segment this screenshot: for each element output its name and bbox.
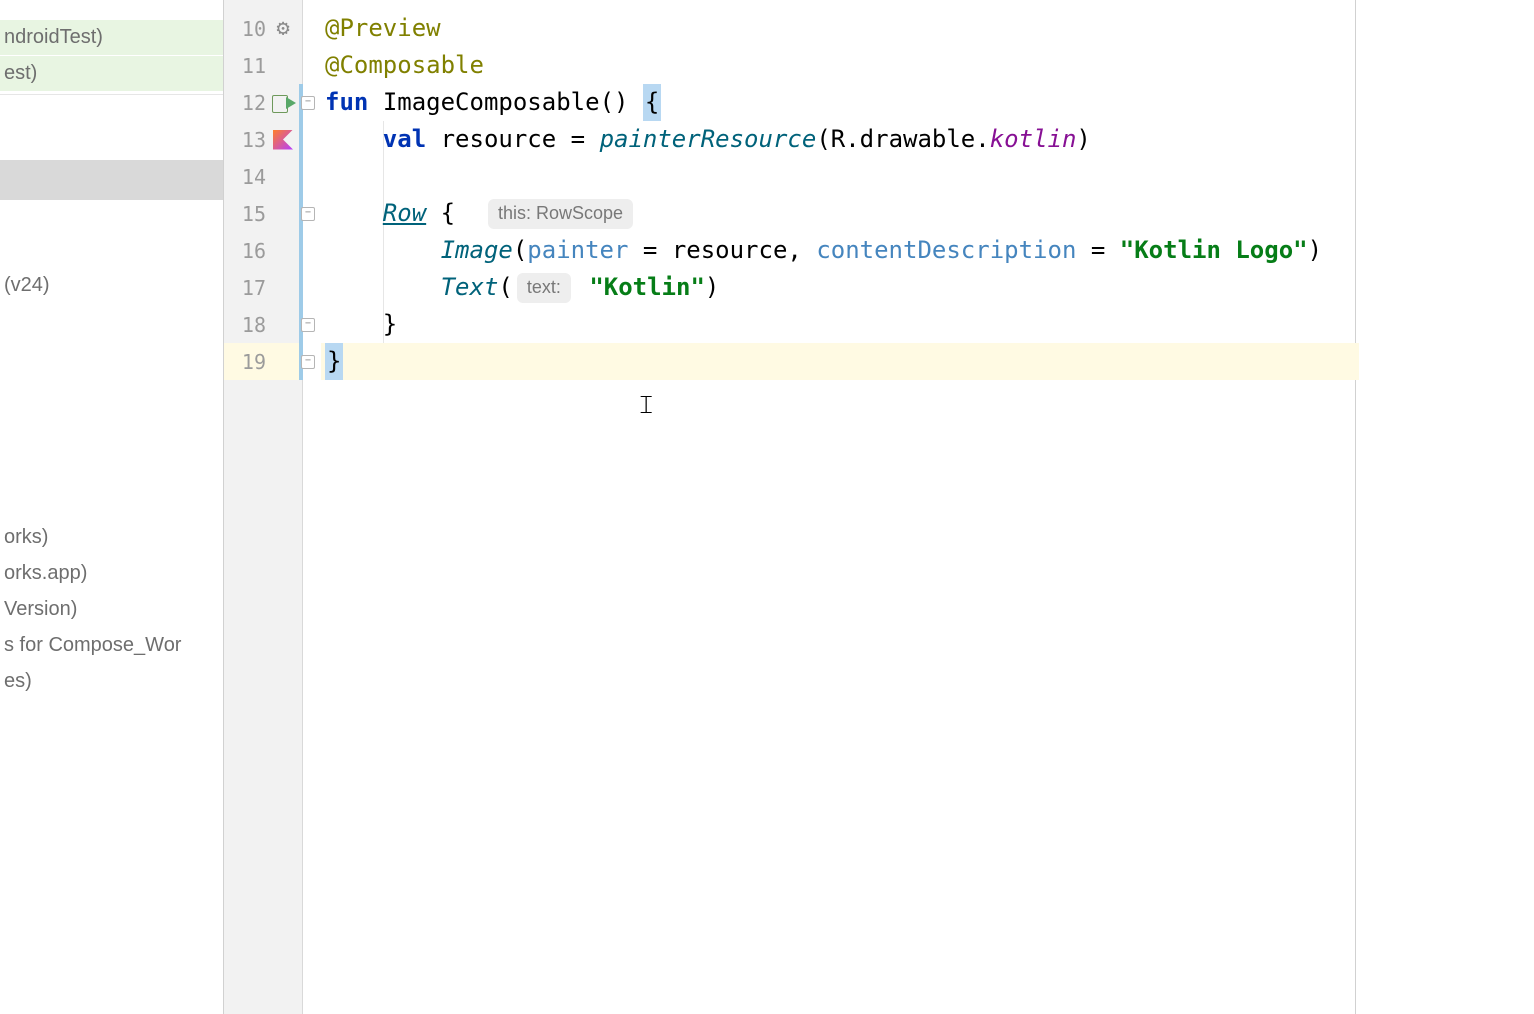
- fold-handle-icon[interactable]: −: [301, 96, 315, 110]
- line-number: 11: [224, 54, 266, 78]
- composable-call: Image: [441, 232, 513, 269]
- annotation: @Composable: [325, 47, 484, 84]
- project-item[interactable]: est): [0, 56, 223, 91]
- text-cursor-icon: 𝙸: [637, 386, 655, 423]
- line-number: 16: [224, 239, 266, 263]
- code-editor[interactable]: @Preview @Composable fun ImageComposable…: [321, 0, 1355, 1014]
- code-line[interactable]: Image(painter = resource, contentDescrip…: [321, 232, 1359, 269]
- line-number: 18: [224, 313, 266, 337]
- string-literal: "Kotlin Logo": [1120, 232, 1308, 269]
- code-line[interactable]: Row { this: RowScope: [321, 195, 1359, 232]
- function-call: painterResource: [600, 121, 817, 158]
- composable-call: Text: [441, 269, 499, 306]
- gear-icon[interactable]: ⚙: [276, 16, 289, 41]
- fold-handle-icon[interactable]: −: [301, 207, 315, 221]
- function-name: ImageComposable: [383, 84, 600, 121]
- project-item[interactable]: (v24): [0, 268, 223, 303]
- project-item[interactable]: orks): [0, 520, 223, 555]
- editor-gutter[interactable]: 10 ⚙ 11 12 13 14 15 16 17 18 19: [224, 0, 303, 1014]
- string-literal: "Kotlin": [589, 269, 705, 306]
- project-item[interactable]: Version): [0, 592, 223, 627]
- fold-handle-icon[interactable]: −: [301, 355, 315, 369]
- code-line[interactable]: Text(text: "Kotlin"): [321, 269, 1359, 306]
- composable-call: Row: [383, 195, 426, 232]
- annotation: @Preview: [325, 10, 441, 47]
- line-number: 17: [224, 276, 266, 300]
- line-number: 14: [224, 165, 266, 189]
- line-number: 12: [224, 91, 266, 115]
- brace-close: }: [325, 343, 343, 380]
- line-number: 10: [224, 17, 266, 41]
- fold-column[interactable]: − − − −: [303, 0, 321, 1014]
- line-number: 15: [224, 202, 266, 226]
- fold-handle-icon[interactable]: −: [301, 318, 315, 332]
- code-line[interactable]: @Preview: [321, 10, 1359, 47]
- project-item[interactable]: s for Compose_Wor: [0, 628, 223, 663]
- keyword: fun: [325, 84, 368, 121]
- right-dock[interactable]: [1355, 0, 1534, 1014]
- keyword: val: [383, 121, 426, 158]
- project-item[interactable]: es): [0, 664, 223, 699]
- code-line[interactable]: val resource = painterResource(R.drawabl…: [321, 121, 1359, 158]
- code-line[interactable]: [321, 158, 1359, 195]
- code-line[interactable]: }: [321, 306, 1359, 343]
- kotlin-icon[interactable]: [273, 130, 293, 150]
- change-marker: [299, 84, 303, 380]
- project-item-selected[interactable]: [0, 160, 223, 200]
- project-item[interactable]: orks.app): [0, 556, 223, 591]
- inlay-hint: this: RowScope: [488, 199, 633, 229]
- brace-open: {: [643, 84, 661, 121]
- project-panel[interactable]: ndroidTest) est) (v24) orks) orks.app) V…: [0, 0, 224, 1014]
- line-number: 19: [224, 350, 266, 374]
- project-item[interactable]: ndroidTest): [0, 20, 223, 55]
- run-preview-icon[interactable]: [272, 92, 294, 114]
- line-number: 13: [224, 128, 266, 152]
- code-line[interactable]: @Composable: [321, 47, 1359, 84]
- inlay-hint: text:: [517, 273, 571, 303]
- code-line-current[interactable]: }: [321, 343, 1359, 380]
- code-line[interactable]: fun ImageComposable() {: [321, 84, 1359, 121]
